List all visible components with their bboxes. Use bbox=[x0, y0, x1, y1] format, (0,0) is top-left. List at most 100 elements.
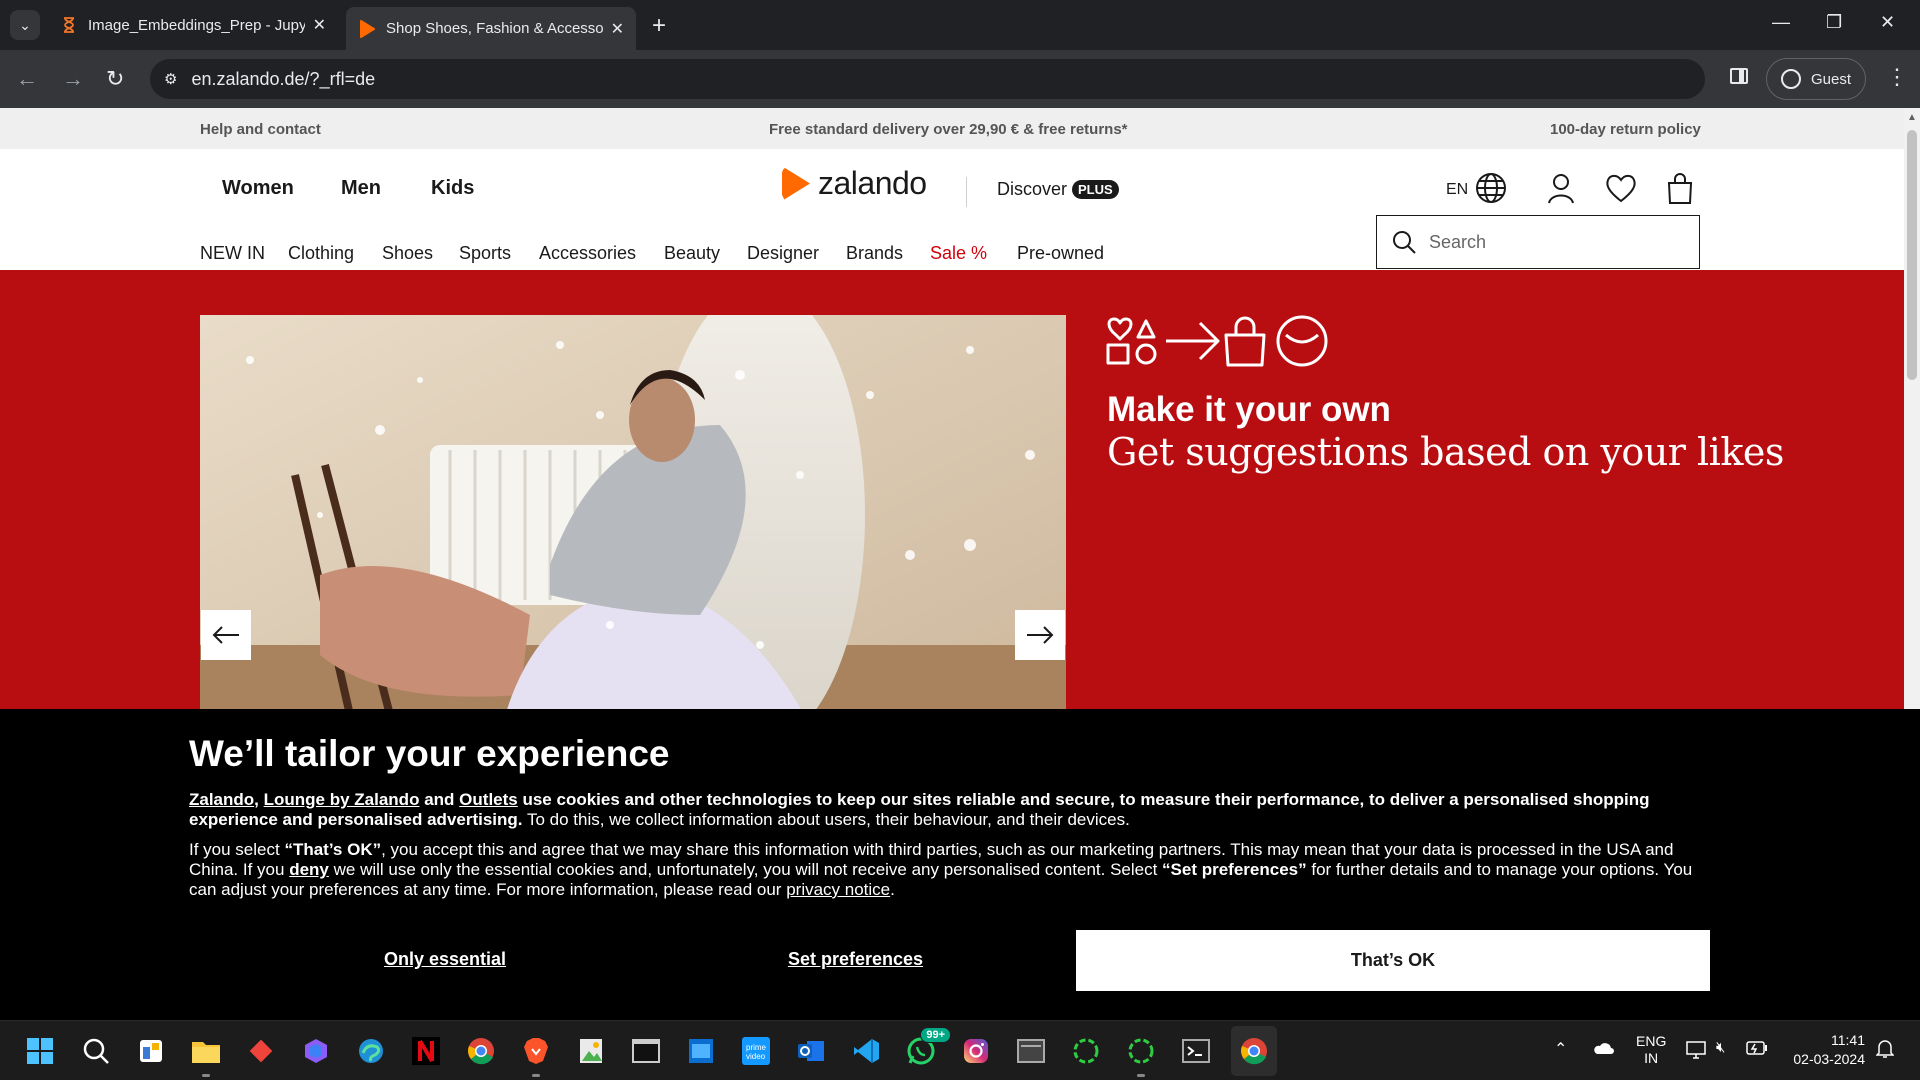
category-new-in[interactable]: NEW IN bbox=[200, 243, 265, 264]
delivery-info[interactable]: Free standard delivery over 29,90 € & fr… bbox=[769, 121, 1128, 138]
language-label[interactable]: EN bbox=[1446, 181, 1468, 199]
category-sale[interactable]: Sale % bbox=[930, 243, 987, 264]
smile-icon bbox=[1285, 333, 1319, 344]
menu-icon[interactable]: ⋮ bbox=[1886, 64, 1908, 90]
outlook-icon[interactable] bbox=[795, 1035, 827, 1067]
address-bar[interactable]: ⚙ en.zalando.de/?_rfl=de bbox=[150, 59, 1705, 99]
thats-ok-button[interactable]: That’s OK bbox=[1076, 930, 1710, 991]
notifications-icon[interactable] bbox=[1875, 1039, 1895, 1062]
discover-plus-link[interactable]: Discover PLUS bbox=[997, 179, 1119, 200]
category-beauty[interactable]: Beauty bbox=[664, 243, 720, 264]
return-policy-link[interactable]: 100-day return policy bbox=[1550, 121, 1701, 138]
minimize-icon[interactable]: — bbox=[1772, 12, 1790, 33]
cookie-text: . bbox=[890, 880, 895, 899]
chevron-up-icon[interactable]: ⌃ bbox=[1554, 1039, 1567, 1059]
network-icon[interactable] bbox=[1686, 1041, 1706, 1062]
search-box[interactable] bbox=[1376, 215, 1700, 269]
loading-app-icon-2[interactable] bbox=[1125, 1035, 1157, 1077]
scroll-up-icon[interactable]: ▲ bbox=[1907, 112, 1917, 123]
lounge-link[interactable]: Lounge by Zalando bbox=[264, 790, 420, 809]
window-app-icon[interactable] bbox=[685, 1035, 717, 1067]
zalando-logo[interactable]: zalando bbox=[782, 165, 927, 202]
category-sports[interactable]: Sports bbox=[459, 243, 511, 264]
profile-icon bbox=[1780, 69, 1801, 89]
only-essential-button[interactable]: Only essential bbox=[384, 949, 506, 970]
terminal-window-icon[interactable] bbox=[630, 1035, 662, 1067]
nav-women[interactable]: Women bbox=[222, 177, 294, 200]
set-preferences-button[interactable]: Set preferences bbox=[788, 949, 923, 970]
widgets-icon[interactable] bbox=[135, 1035, 167, 1067]
edge-icon[interactable] bbox=[355, 1035, 387, 1067]
discover-label: Discover bbox=[997, 179, 1068, 199]
photos-icon[interactable] bbox=[575, 1035, 607, 1067]
carousel-prev-button[interactable] bbox=[201, 610, 251, 660]
prime-video-icon[interactable]: prime video bbox=[740, 1035, 772, 1067]
side-panel-icon[interactable] bbox=[1730, 68, 1748, 84]
profile-button[interactable]: Guest bbox=[1766, 58, 1866, 100]
profile-label: Guest bbox=[1810, 70, 1852, 88]
speaker-muted-icon[interactable]: 🔇︎ bbox=[1716, 1039, 1725, 1056]
user-icon[interactable] bbox=[1544, 171, 1578, 205]
forward-icon[interactable]: → bbox=[62, 66, 84, 92]
privacy-notice-link[interactable]: privacy notice bbox=[786, 880, 890, 899]
instagram-icon[interactable] bbox=[960, 1035, 992, 1067]
carousel-next-button[interactable] bbox=[1015, 610, 1065, 660]
tab-search-button[interactable]: ⌄ bbox=[10, 10, 40, 40]
clock-date: 02-03-2024 bbox=[1793, 1051, 1865, 1067]
cookie-paragraph-2: If you select “That’s OK”, you accept th… bbox=[189, 840, 1709, 900]
tab-jupyter[interactable]: Image_Embeddings_Prep - Jupyter ✕ bbox=[48, 7, 338, 43]
new-tab-button[interactable]: + bbox=[652, 12, 666, 40]
outlets-link[interactable]: Outlets bbox=[459, 790, 518, 809]
file-explorer-icon[interactable] bbox=[190, 1035, 222, 1077]
scrollbar-thumb[interactable] bbox=[1907, 130, 1917, 380]
search-input[interactable] bbox=[1429, 231, 1679, 253]
close-icon[interactable]: ✕ bbox=[611, 19, 624, 39]
language-code: ENG bbox=[1636, 1033, 1667, 1049]
vscode-icon[interactable] bbox=[850, 1035, 882, 1067]
whatsapp-icon[interactable]: 99+ bbox=[905, 1027, 951, 1067]
nav-kids[interactable]: Kids bbox=[431, 177, 474, 200]
header-divider bbox=[966, 177, 967, 207]
category-brands[interactable]: Brands bbox=[846, 243, 903, 264]
netflix-icon[interactable] bbox=[410, 1035, 442, 1067]
category-pre-owned[interactable]: Pre-owned bbox=[1017, 243, 1104, 264]
help-contact-link[interactable]: Help and contact bbox=[200, 121, 321, 138]
language-indicator[interactable]: ENG IN bbox=[1636, 1033, 1666, 1067]
site-info-icon[interactable]: ⚙ bbox=[164, 70, 177, 88]
restore-icon[interactable]: ❐ bbox=[1826, 12, 1842, 33]
deny-link[interactable]: deny bbox=[289, 860, 329, 879]
running-indicator bbox=[532, 1074, 540, 1077]
clock[interactable]: 11:41 02-03-2024 bbox=[1785, 1031, 1865, 1069]
windows-start-icon[interactable] bbox=[24, 1035, 56, 1067]
heart-icon[interactable] bbox=[1604, 171, 1638, 205]
bag-shape-icon bbox=[1224, 316, 1266, 367]
anydesk-icon[interactable] bbox=[245, 1035, 277, 1067]
zalando-link[interactable]: Zalando bbox=[189, 790, 254, 809]
close-icon[interactable]: ✕ bbox=[313, 15, 326, 35]
loading-app-icon[interactable] bbox=[1070, 1035, 1102, 1067]
chrome-icon[interactable] bbox=[465, 1035, 497, 1067]
reload-icon[interactable]: ↻ bbox=[106, 66, 124, 92]
back-icon[interactable]: ← bbox=[16, 66, 38, 92]
brave-icon[interactable] bbox=[520, 1035, 552, 1077]
chrome-active-icon[interactable] bbox=[1238, 1035, 1270, 1067]
copilot-icon[interactable] bbox=[300, 1035, 332, 1067]
url-text[interactable]: en.zalando.de/?_rfl=de bbox=[191, 69, 375, 90]
svg-text:prime: prime bbox=[746, 1043, 767, 1052]
bag-icon[interactable] bbox=[1663, 171, 1697, 205]
close-window-icon[interactable]: ✕ bbox=[1880, 12, 1895, 33]
category-clothing[interactable]: Clothing bbox=[288, 243, 354, 264]
category-accessories[interactable]: Accessories bbox=[539, 243, 636, 264]
category-shoes[interactable]: Shoes bbox=[382, 243, 433, 264]
tab-zalando[interactable]: Shop Shoes, Fashion & Accessories ✕ bbox=[346, 7, 636, 50]
search-icon[interactable] bbox=[80, 1035, 112, 1067]
logo-wordmark: zalando bbox=[818, 165, 927, 201]
nav-men[interactable]: Men bbox=[341, 177, 381, 200]
app-window-icon[interactable] bbox=[1015, 1035, 1047, 1067]
onedrive-icon[interactable] bbox=[1592, 1041, 1614, 1058]
globe-icon[interactable] bbox=[1474, 171, 1508, 205]
battery-icon[interactable] bbox=[1746, 1041, 1768, 1058]
category-designer[interactable]: Designer bbox=[747, 243, 819, 264]
notification-badge: 99+ bbox=[920, 1027, 951, 1043]
command-prompt-icon[interactable] bbox=[1180, 1035, 1212, 1067]
